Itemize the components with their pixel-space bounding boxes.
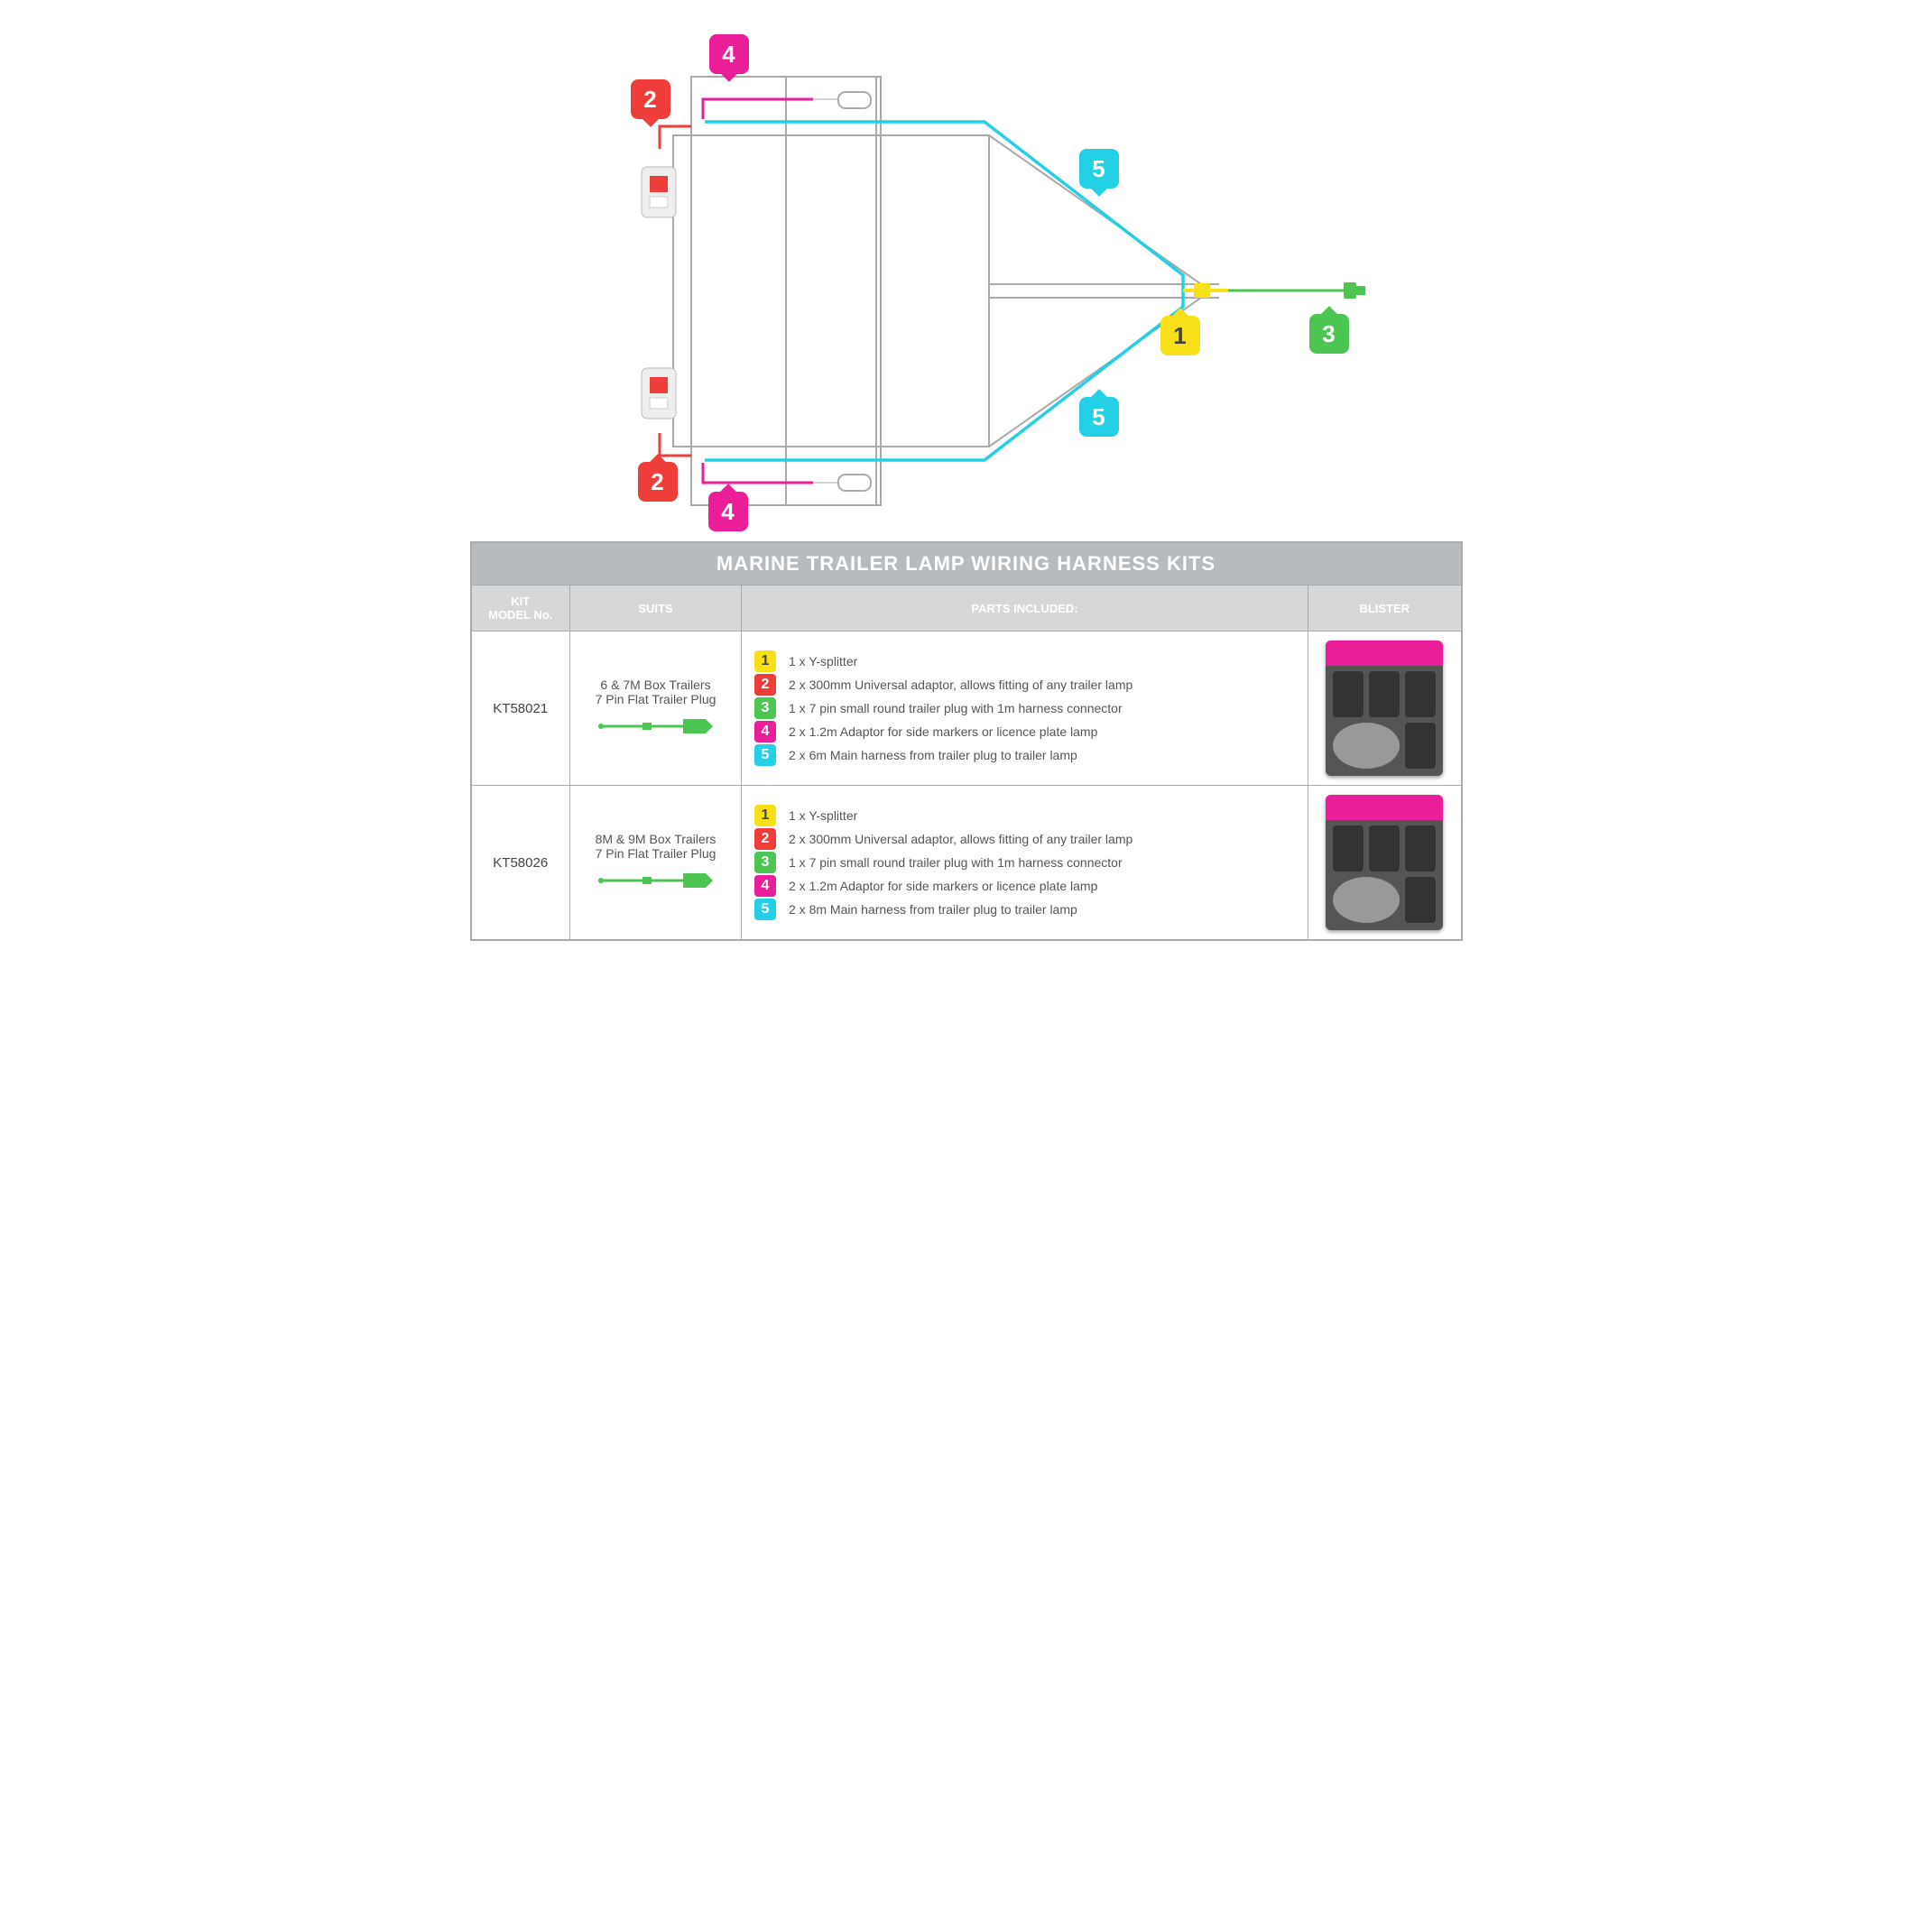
callout-2-top: 2 <box>631 79 670 119</box>
callout-5-bottom: 5 <box>1079 397 1119 437</box>
blister-cell <box>1308 786 1462 941</box>
blister-pack-image <box>1326 641 1443 776</box>
table-title: MARINE TRAILER LAMP WIRING HARNESS KITS <box>471 542 1462 586</box>
suits-cell: 6 & 7M Box Trailers7 Pin Flat Trailer Pl… <box>570 632 742 786</box>
wiring-diagram: 4 2 5 1 3 5 2 4 <box>515 18 1418 523</box>
part-badge: 2 <box>754 828 776 850</box>
part-line: 5 2 x 6m Main harness from trailer plug t… <box>754 744 1295 766</box>
part-badge: 3 <box>754 852 776 873</box>
col-model: KIT MODEL No. <box>471 586 570 632</box>
part-text: 1 x Y-splitter <box>789 654 857 669</box>
col-blister: BLISTER <box>1308 586 1462 632</box>
part-text: 2 x 300mm Universal adaptor, allows fitt… <box>789 832 1132 846</box>
part-line: 3 1 x 7 pin small round trailer plug with… <box>754 697 1295 719</box>
parts-cell: 1 1 x Y-splitter 2 2 x 300mm Universal adap… <box>742 786 1308 941</box>
part-line: 2 2 x 300mm Universal adaptor, allows fit… <box>754 828 1295 850</box>
callout-2-bottom: 2 <box>638 462 678 502</box>
part-badge: 3 <box>754 697 776 719</box>
blister-cell <box>1308 632 1462 786</box>
part-badge: 5 <box>754 744 776 766</box>
suits-cell: 8M & 9M Box Trailers7 Pin Flat Trailer P… <box>570 786 742 941</box>
part-line: 5 2 x 8m Main harness from trailer plug t… <box>754 899 1295 920</box>
part-line: 4 2 x 1.2m Adaptor for side markers or li… <box>754 721 1295 742</box>
callout-4-top: 4 <box>709 34 749 74</box>
table-row: KT580268M & 9M Box Trailers7 Pin Flat Tr… <box>471 786 1462 941</box>
part-line: 3 1 x 7 pin small round trailer plug with… <box>754 852 1295 873</box>
plug-icon <box>597 870 715 891</box>
table-row: KT580216 & 7M Box Trailers7 Pin Flat Tra… <box>471 632 1462 786</box>
blister-pack-image <box>1326 795 1443 930</box>
part-badge: 1 <box>754 805 776 826</box>
part-text: 2 x 1.2m Adaptor for side markers or lic… <box>789 879 1097 893</box>
suits-line2: 7 Pin Flat Trailer Plug <box>583 692 728 706</box>
plug-icon <box>597 715 715 737</box>
callout-4-bottom: 4 <box>708 492 748 531</box>
parts-cell: 1 1 x Y-splitter 2 2 x 300mm Universal adap… <box>742 632 1308 786</box>
suits-line2: 7 Pin Flat Trailer Plug <box>583 846 728 861</box>
callout-3: 3 <box>1309 314 1349 354</box>
part-text: 1 x Y-splitter <box>789 808 857 823</box>
part-text: 1 x 7 pin small round trailer plug with … <box>789 855 1123 870</box>
part-badge: 1 <box>754 650 776 672</box>
part-text: 2 x 1.2m Adaptor for side markers or lic… <box>789 724 1097 739</box>
col-parts: PARTS INCLUDED: <box>742 586 1308 632</box>
model-cell: KT58026 <box>471 786 570 941</box>
part-line: 1 1 x Y-splitter <box>754 805 1295 826</box>
callout-5-top: 5 <box>1079 149 1119 189</box>
suits-line1: 8M & 9M Box Trailers <box>583 832 728 846</box>
model-cell: KT58021 <box>471 632 570 786</box>
part-text: 2 x 6m Main harness from trailer plug to… <box>789 748 1077 762</box>
part-badge: 4 <box>754 875 776 897</box>
part-line: 1 1 x Y-splitter <box>754 650 1295 672</box>
suits-line1: 6 & 7M Box Trailers <box>583 678 728 692</box>
col-suits: SUITS <box>570 586 742 632</box>
part-badge: 2 <box>754 674 776 696</box>
callout-1: 1 <box>1160 316 1200 355</box>
part-line: 4 2 x 1.2m Adaptor for side markers or li… <box>754 875 1295 897</box>
part-text: 2 x 8m Main harness from trailer plug to… <box>789 902 1077 917</box>
part-text: 2 x 300mm Universal adaptor, allows fitt… <box>789 678 1132 692</box>
part-badge: 4 <box>754 721 776 742</box>
part-text: 1 x 7 pin small round trailer plug with … <box>789 701 1123 715</box>
kit-table: MARINE TRAILER LAMP WIRING HARNESS KITS … <box>470 541 1463 941</box>
part-badge: 5 <box>754 899 776 920</box>
part-line: 2 2 x 300mm Universal adaptor, allows fit… <box>754 674 1295 696</box>
